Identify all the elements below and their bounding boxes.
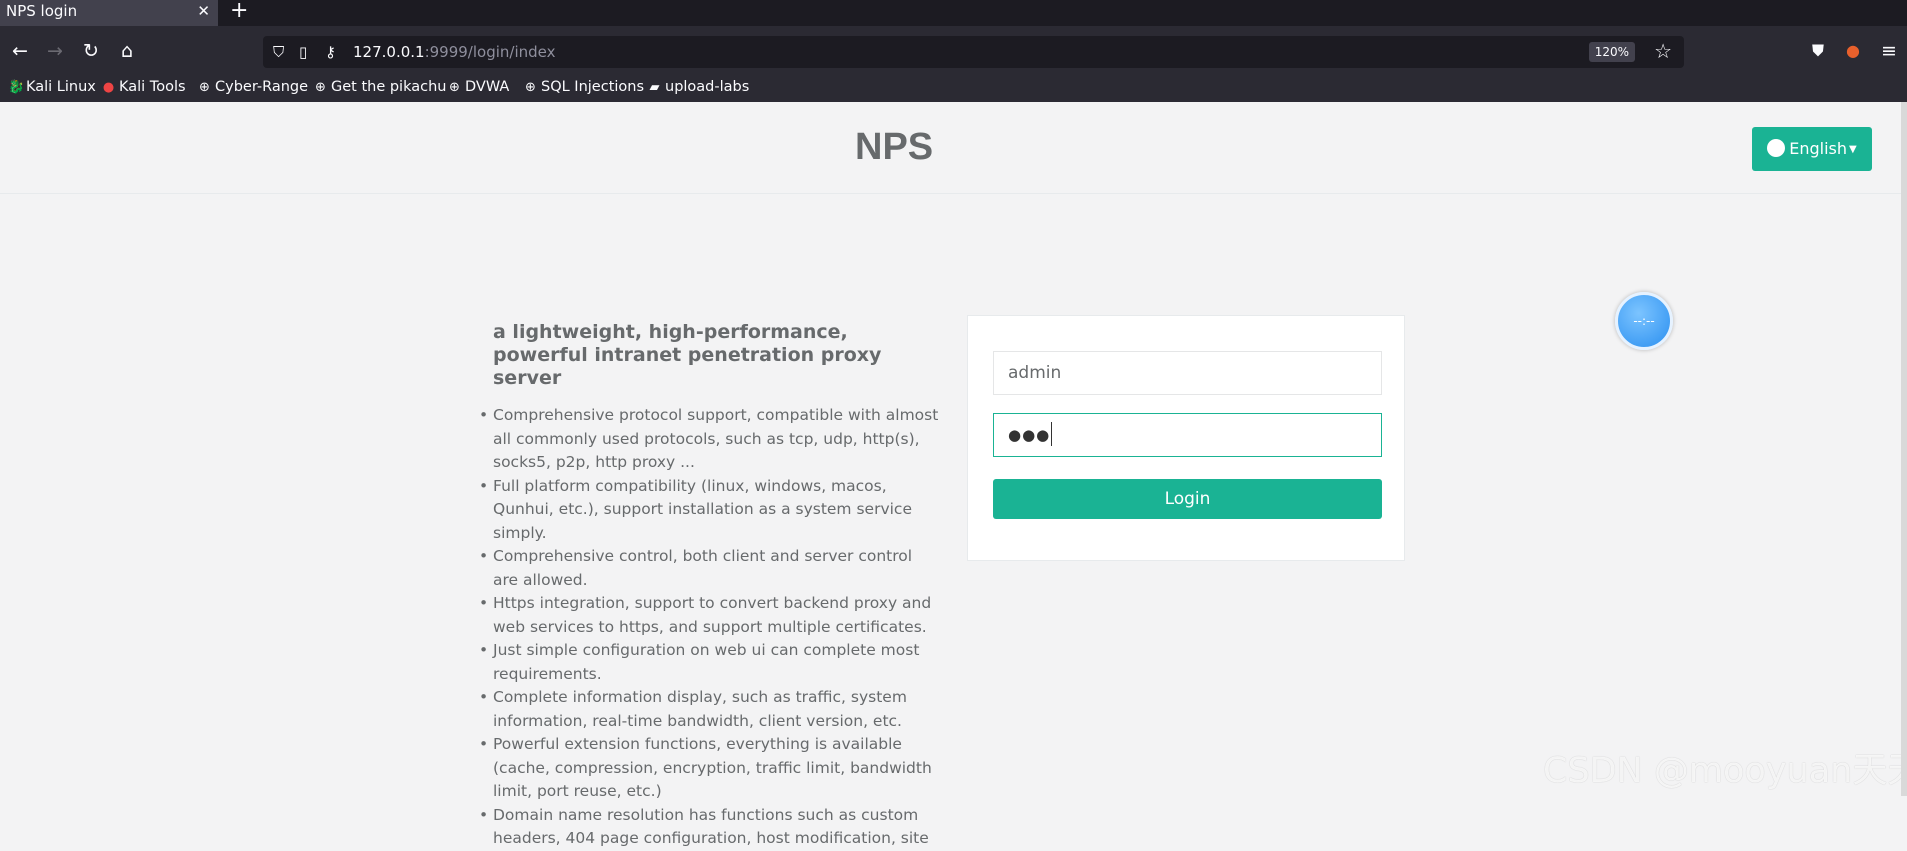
browser-tab-bar: NPS login ✕ + [0, 0, 1907, 26]
browser-nav-bar: ← → ↻ ⌂ ⛉ ▯ ⚷ 127.0.0.1:9999/login/index… [0, 26, 1907, 76]
feature-item: Domain name resolution has functions suc… [479, 804, 940, 851]
bookmark-upload-labs[interactable]: ▰ upload-labs [647, 76, 750, 99]
globe-icon: ⊕ [449, 80, 460, 95]
key-icon[interactable]: ⚷ [325, 40, 336, 64]
page-info-icon[interactable]: ▯ [299, 40, 307, 64]
bookmarks-bar: 🐉 Kali Linux ● Kali Tools ⊕ Cyber-Range ⊕ Ge… [0, 76, 1907, 102]
new-tab-button[interactable]: + [230, 0, 248, 24]
bookmark-pikachu[interactable]: ⊕ Get the pikachu [313, 76, 446, 99]
info-title: a lightweight, high-performance, powerfu… [493, 321, 882, 389]
product-info: a lightweight, high-performance, powerfu… [479, 321, 940, 851]
language-label: English [1789, 139, 1848, 158]
page-scrollbar[interactable] [1901, 102, 1907, 796]
shield-icon[interactable]: ⛉ [273, 40, 284, 64]
extension-icon[interactable]: ● [1841, 39, 1865, 63]
close-tab-icon[interactable]: ✕ [197, 0, 210, 22]
feature-item: Comprehensive protocol support, compatib… [479, 404, 940, 475]
login-button[interactable]: Login [993, 479, 1382, 519]
home-icon[interactable]: ⌂ [115, 39, 139, 63]
feature-item: Https integration, support to convert ba… [479, 592, 940, 639]
tab-title: NPS login [6, 2, 78, 20]
feature-item: Comprehensive control, both client and s… [479, 545, 940, 592]
url-host: 127.0.0.1 [353, 43, 425, 61]
page: NPS English ▼ a lightweight, high-perform… [0, 102, 1907, 847]
zoom-level-badge[interactable]: 120% [1588, 42, 1635, 62]
top-navbar: NPS English ▼ [0, 102, 1907, 194]
brand-title: NPS [855, 126, 934, 168]
kali-dragon-icon: 🐉 [8, 80, 25, 95]
kali-tools-icon: ● [102, 80, 115, 95]
url-text[interactable]: 127.0.0.1:9999/login/index [353, 36, 556, 68]
bookmark-dvwa[interactable]: ⊕ DVWA [447, 76, 509, 99]
reload-icon[interactable]: ↻ [79, 39, 103, 63]
globe-icon [1767, 139, 1786, 157]
globe-icon: ⊕ [315, 80, 326, 95]
bookmark-kali-linux[interactable]: 🐉 Kali Linux [8, 76, 96, 99]
feature-list: Comprehensive protocol support, compatib… [479, 404, 940, 851]
pocket-icon[interactable]: ⛊ [1806, 39, 1830, 63]
floating-clock-widget[interactable]: --:-- [1615, 292, 1673, 350]
folder-icon: ▰ [649, 80, 660, 95]
address-bar[interactable]: ⛉ ▯ ⚷ 127.0.0.1:9999/login/index 120% ☆ [263, 36, 1684, 68]
back-icon[interactable]: ← [8, 39, 32, 63]
bookmark-kali-tools[interactable]: ● Kali Tools [101, 76, 186, 99]
bookmark-sql-injections[interactable]: ⊕ SQL Injections [523, 76, 644, 99]
password-mask: ●●● [1008, 426, 1051, 444]
password-input[interactable]: ●●● [993, 413, 1382, 457]
globe-icon: ⊕ [525, 80, 536, 95]
browser-tab[interactable]: NPS login ✕ [0, 0, 218, 26]
feature-item: Complete information display, such as tr… [479, 686, 940, 733]
feature-item: Just simple configuration on web ui can … [479, 639, 940, 686]
feature-item: Powerful extension functions, everything… [479, 733, 940, 804]
login-form: admin ●●● Login [967, 315, 1405, 561]
username-input[interactable]: admin [993, 351, 1382, 395]
language-dropdown[interactable]: English ▼ [1752, 127, 1872, 171]
bookmark-star-icon[interactable]: ☆ [1654, 39, 1672, 63]
globe-icon: ⊕ [199, 80, 210, 95]
watermark-text: CSDN @mooyuan天天 [1543, 751, 1907, 791]
menu-icon[interactable]: ≡ [1877, 39, 1901, 63]
text-cursor [1051, 422, 1053, 446]
feature-item: Full platform compatibility (linux, wind… [479, 475, 940, 546]
caret-down-icon: ▼ [1849, 144, 1857, 155]
url-path: :9999/login/index [424, 43, 556, 61]
bookmark-cyber-range[interactable]: ⊕ Cyber-Range [197, 76, 308, 99]
forward-icon[interactable]: → [43, 39, 67, 63]
